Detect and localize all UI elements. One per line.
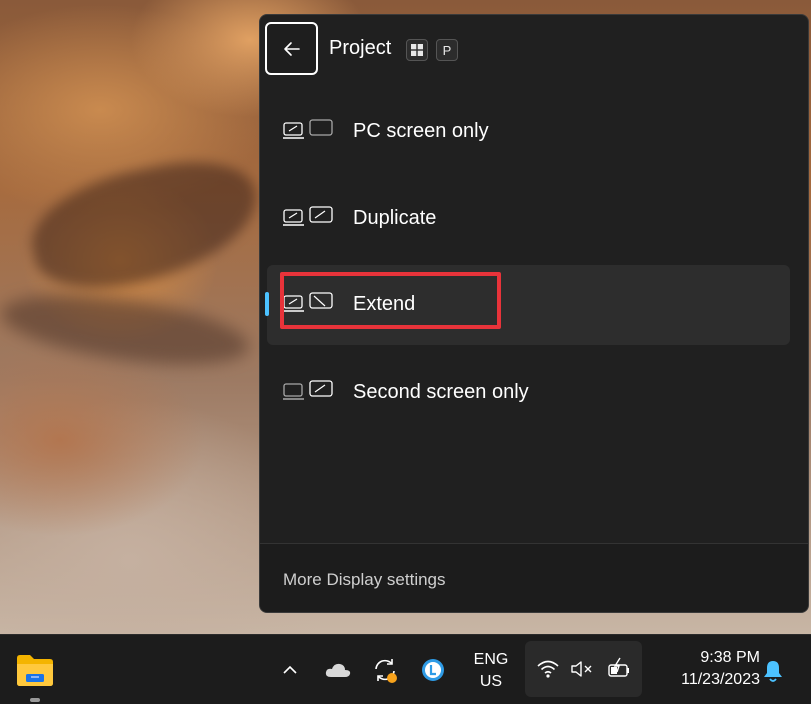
onedrive-cloud-icon[interactable]: [322, 657, 354, 683]
file-explorer-icon[interactable]: [14, 651, 56, 691]
option-label: Duplicate: [353, 207, 437, 229]
quick-settings-button[interactable]: [525, 641, 642, 697]
language-code: ENG: [473, 651, 509, 668]
option-label: Second screen only: [353, 381, 529, 403]
red-highlight-annotation: [280, 272, 501, 329]
project-flyout: Project P PC screen only Duplicate Exten…: [259, 14, 809, 613]
wifi-icon: [535, 657, 561, 681]
battery-charging-icon: [605, 655, 633, 683]
flyout-footer: More Display settings: [260, 544, 808, 612]
active-app-indicator: [30, 698, 40, 702]
language-indicator[interactable]: ENG US: [466, 649, 516, 693]
l-app-icon[interactable]: [420, 657, 446, 683]
flyout-title: Project: [329, 37, 392, 59]
notification-bell-icon[interactable]: [760, 657, 786, 685]
wallpaper-shadow: [21, 147, 269, 303]
back-arrow-icon: [283, 41, 300, 56]
clock[interactable]: 9:38 PM 11/23/2023: [650, 647, 760, 691]
taskbar: ENG US 9:38 PM 11/23/2023: [0, 634, 811, 704]
speaker-muted-icon: [569, 657, 597, 681]
option-second-screen-only[interactable]: Second screen only: [267, 353, 790, 433]
p-key-keycap: P: [436, 39, 458, 61]
flyout-header: Project P: [260, 15, 808, 85]
time-text: 9:38 PM: [700, 649, 760, 666]
duplicate-icon: [283, 206, 333, 226]
option-duplicate[interactable]: Duplicate: [267, 179, 790, 259]
back-button[interactable]: [265, 22, 318, 75]
pc-screen-only-icon: [283, 119, 333, 139]
selection-indicator: [265, 292, 269, 316]
option-extend[interactable]: Extend: [265, 265, 790, 345]
option-pc-screen-only[interactable]: PC screen only: [267, 92, 790, 172]
second-screen-only-icon: [283, 380, 333, 400]
region-code: US: [479, 673, 503, 690]
sync-icon[interactable]: [369, 655, 401, 685]
chevron-up-icon[interactable]: [279, 659, 301, 681]
wallpaper-shadow: [0, 282, 253, 378]
windows-key-icon: [406, 39, 428, 61]
date-text: 11/23/2023: [681, 671, 760, 688]
option-label: PC screen only: [353, 120, 489, 142]
more-display-settings-link[interactable]: More Display settings: [283, 570, 446, 590]
